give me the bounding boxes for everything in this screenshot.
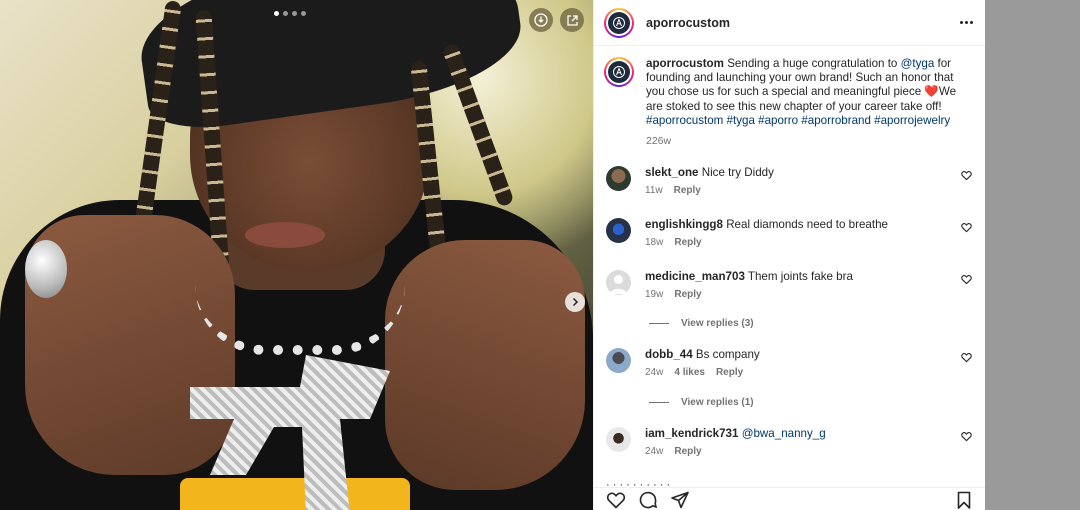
heart-outline-icon[interactable] [961, 170, 972, 181]
post-action-bar [594, 487, 986, 510]
heart-outline-icon[interactable] [961, 352, 972, 363]
carousel-dot [292, 11, 297, 16]
account-avatar[interactable] [604, 7, 634, 38]
aporro-logo-icon [613, 66, 625, 78]
heart-outline-icon[interactable] [961, 222, 972, 233]
comment-likes[interactable]: 4 likes [674, 367, 705, 378]
carousel-dot-active [274, 11, 279, 16]
reply-button[interactable]: Reply [716, 367, 743, 378]
more-options-icon [960, 21, 963, 24]
heart-outline-icon[interactable] [961, 431, 972, 442]
aporro-logo-icon [613, 16, 625, 29]
avatar[interactable] [606, 218, 631, 243]
photo-lips [245, 222, 325, 248]
post-caption: aporrocustom Sending a huge congratulati… [594, 47, 986, 148]
comments-scroll-area[interactable]: aporrocustom Sending a huge congratulati… [594, 47, 986, 487]
avatar[interactable] [606, 166, 631, 191]
hashtag-links[interactable]: #aporrocustom #tyga #aporro #aporrobrand… [646, 114, 950, 127]
post-header: aporrocustom [594, 0, 985, 46]
comment-time[interactable]: 11w [645, 185, 663, 196]
comment-username[interactable]: englishkingg8 [645, 218, 723, 231]
view-replies-label: View replies (3) [681, 318, 754, 329]
comment-text: Real diamonds need to breathe [726, 218, 888, 231]
reply-button[interactable]: Reply [674, 237, 701, 248]
avatar[interactable] [606, 270, 631, 295]
post-photo[interactable] [0, 0, 593, 510]
comment-item: medicine_man703 Them joints fake bra 19w… [606, 270, 974, 300]
carousel-dot [301, 11, 306, 16]
partial-comment: · · · · · · · · · · [606, 479, 670, 487]
comment-username[interactable]: iam_kendrick731 [645, 427, 738, 440]
divider [649, 402, 669, 403]
share-paper-plane-icon[interactable] [670, 490, 690, 510]
comment-text: Nice try Diddy [701, 166, 774, 179]
partial-comment-text: · · · · · · · · · · [606, 479, 671, 487]
view-replies-button[interactable]: View replies (1) [649, 397, 754, 408]
comment-item: iam_kendrick731 @bwa_nanny_g 24w Reply [606, 427, 974, 457]
carousel-dot [283, 11, 288, 16]
comment-bubble-icon[interactable] [638, 490, 658, 510]
view-replies-label: View replies (1) [681, 397, 754, 408]
carousel-indicator [274, 11, 306, 16]
reply-button[interactable]: Reply [674, 289, 701, 300]
caption-text: aporrocustom Sending a huge congratulati… [646, 57, 974, 128]
comment-item: slekt_one Nice try Diddy 11w Reply [606, 166, 974, 196]
comment-time[interactable]: 24w [645, 446, 663, 457]
caption-username[interactable]: aporrocustom [646, 57, 724, 70]
caption-avatar[interactable] [604, 57, 634, 87]
divider [649, 323, 669, 324]
photo-ring [25, 240, 67, 298]
bookmark-icon[interactable] [954, 490, 974, 510]
heart-emoji: ❤️ [924, 85, 939, 99]
page-overlay-backdrop[interactable] [985, 0, 1080, 510]
comment-time[interactable]: 19w [645, 289, 663, 300]
reply-button[interactable]: Reply [674, 185, 701, 196]
heart-outline-icon[interactable] [961, 274, 972, 285]
photo-shirt-print [180, 478, 410, 510]
heart-outline-icon[interactable] [606, 490, 626, 510]
more-options-button[interactable] [960, 21, 973, 24]
account-username[interactable]: aporrocustom [646, 16, 730, 30]
comment-time[interactable]: 24w [645, 367, 663, 378]
external-link-icon [566, 14, 578, 26]
comment-username[interactable]: slekt_one [645, 166, 699, 179]
caption-timestamp[interactable]: 226w [646, 134, 974, 148]
comment-text: Them joints fake bra [747, 270, 853, 283]
carousel-next-button[interactable] [565, 292, 585, 312]
mention-link[interactable]: @bwa_nanny_g [742, 427, 826, 440]
comment-item: dobb_44 Bs company 24w 4 likes Reply [606, 348, 974, 378]
download-icon [534, 13, 548, 27]
comment-item: englishkingg8 Real diamonds need to brea… [606, 218, 974, 248]
view-replies-button[interactable]: View replies (3) [649, 318, 754, 329]
post-details-panel: aporrocustom aporrocustom Sending a huge… [593, 0, 986, 510]
reply-button[interactable]: Reply [674, 446, 701, 457]
download-button[interactable] [529, 8, 553, 32]
comment-text: Bs company [695, 348, 760, 361]
avatar[interactable] [606, 427, 631, 452]
caption-body: Sending a huge congratulation to [727, 57, 901, 70]
photo-right-hand [385, 240, 585, 490]
mention-link[interactable]: @tyga [901, 57, 935, 70]
comment-username[interactable]: dobb_44 [645, 348, 693, 361]
open-external-button[interactable] [560, 8, 584, 32]
default-avatar-icon [610, 275, 627, 294]
comment-username[interactable]: medicine_man703 [645, 270, 745, 283]
comment-time[interactable]: 18w [645, 237, 663, 248]
avatar[interactable] [606, 348, 631, 373]
chevron-right-icon [572, 297, 579, 307]
